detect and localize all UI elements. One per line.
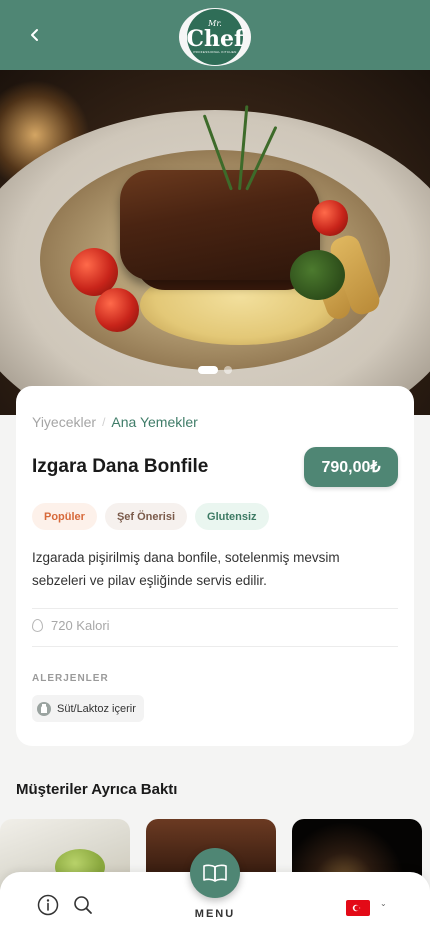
calories-value: 720 Kalori <box>51 618 110 633</box>
breadcrumb-parent[interactable]: Yiyecekler <box>32 414 96 430</box>
product-description: Izgarada pişirilmiş dana bonfile, sotele… <box>32 550 340 588</box>
logo[interactable]: Mr. Chef PROFESSIONAL KITCHEN <box>179 8 251 66</box>
tomato <box>95 288 139 332</box>
tomato <box>312 200 348 236</box>
tag-list: Popüler Şef Önerisi Glutensiz <box>32 503 269 530</box>
breadcrumb: Yiyecekler / Ana Yemekler <box>32 414 198 430</box>
logo-badge: Mr. Chef PROFESSIONAL KITCHEN <box>187 9 243 65</box>
calories-row: 720 Kalori <box>32 618 110 633</box>
tag-chef-recommendation: Şef Önerisi <box>104 503 188 530</box>
price-badge: 790,00₺ <box>304 447 398 487</box>
language-selector[interactable] <box>346 900 370 916</box>
product-image-carousel[interactable] <box>0 70 430 415</box>
breadcrumb-current[interactable]: Ana Yemekler <box>111 414 197 430</box>
turkey-flag-icon <box>352 904 361 912</box>
allergen-label: Süt/Laktoz içerir <box>57 702 136 715</box>
header: Mr. Chef PROFESSIONAL KITCHEN <box>0 0 430 70</box>
divider <box>32 646 398 647</box>
divider <box>32 608 398 609</box>
tag-popular: Popüler <box>32 503 97 530</box>
also-viewed-title: Müşteriler Ayrıca Baktı <box>16 781 178 798</box>
back-button[interactable] <box>20 20 50 50</box>
product-details-card: Yiyecekler / Ana Yemekler Izgara Dana Bo… <box>16 386 414 746</box>
allergen-chip: Süt/Laktoz içerir <box>32 695 144 722</box>
broccoli <box>290 250 345 300</box>
milk-icon <box>37 701 51 716</box>
carousel-dot-1[interactable] <box>198 366 218 374</box>
logo-main-text: Chef <box>186 26 244 52</box>
menu-button[interactable] <box>190 848 240 898</box>
chevron-down-icon[interactable]: ⌄ <box>380 899 387 908</box>
logo-bottom-text: PROFESSIONAL KITCHEN <box>193 50 237 54</box>
carousel-dot-2[interactable] <box>224 366 232 374</box>
allergens-heading: ALERJENLER <box>32 673 109 684</box>
product-title: Izgara Dana Bonfile <box>32 456 209 477</box>
drop-icon <box>32 619 43 632</box>
book-icon <box>203 864 227 882</box>
carousel-indicators <box>198 366 232 374</box>
steak <box>120 170 320 280</box>
chevron-left-icon <box>31 29 38 41</box>
tag-gluten-free: Glutensiz <box>195 503 269 530</box>
breadcrumb-separator: / <box>102 415 106 429</box>
